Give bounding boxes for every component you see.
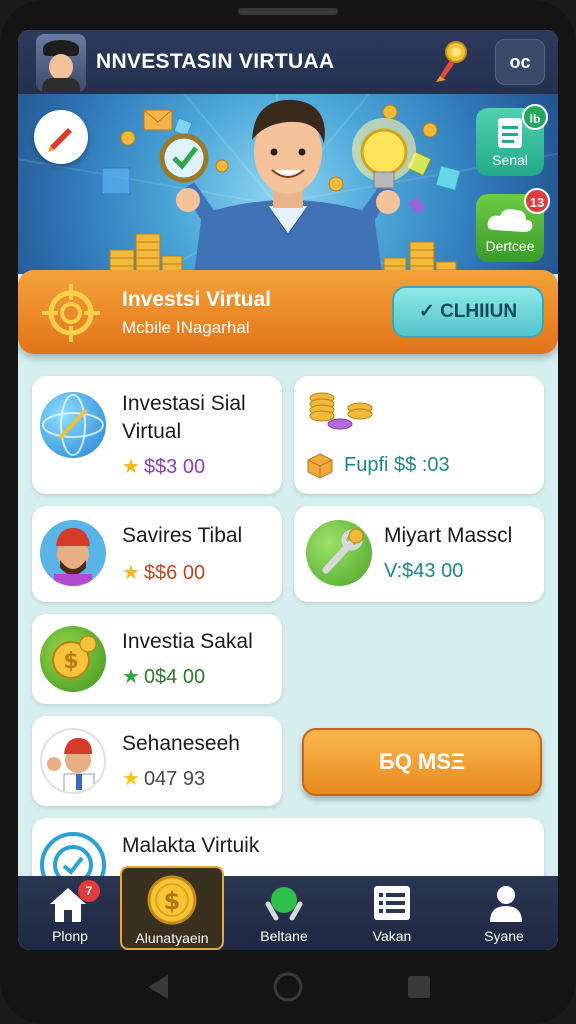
home-circle-icon[interactable]: [272, 971, 304, 1003]
pencil-icon: [48, 128, 72, 152]
avatar[interactable]: [36, 34, 86, 92]
senal-card[interactable]: Senal lb: [476, 104, 548, 176]
investment-card[interactable]: Savires Tibal ★ $$6 00: [32, 506, 282, 602]
investment-card[interactable]: Fupfi $$ :03: [294, 376, 544, 494]
phone-frame: NNVESTASIN VIRTUAA oc Senal lb Dertcee 1…: [0, 0, 576, 1024]
nav-item-alunatyaein[interactable]: $ Alunatyaein: [120, 866, 224, 950]
card-title: Malakta Virtuik: [122, 834, 260, 857]
rocket-medal-icon[interactable]: [434, 40, 470, 84]
dollar-coin-icon: $: [147, 875, 197, 925]
card-price: ★ $$3 00: [122, 456, 206, 478]
menu-button[interactable]: oc: [495, 39, 545, 85]
star-icon: ★: [122, 666, 140, 688]
card-title: Sehaneseeh: [122, 732, 240, 755]
dertcee-badge: 13: [524, 188, 550, 214]
nav-item-syane[interactable]: Syane: [452, 876, 556, 950]
list-icon: [374, 886, 410, 920]
avatar-body: [42, 78, 80, 92]
card-price: Fupfi $$ :03: [344, 454, 450, 476]
card-title: Investasi Sial Virtual: [122, 392, 246, 443]
choose-button[interactable]: ✓ CLHIIUN: [392, 286, 544, 338]
star-icon: ★: [122, 768, 140, 790]
investment-card[interactable]: Miyart Masscl V:$43 00: [294, 506, 544, 602]
card-title: Investia Sakal: [122, 630, 253, 653]
nav-label: Vakan: [372, 928, 412, 944]
star-icon: ★: [122, 456, 140, 478]
home-badge: 7: [78, 880, 100, 902]
buy-button[interactable]: БQ MSΞ: [302, 728, 542, 796]
face: [49, 54, 73, 80]
waving-man-icon: [40, 728, 106, 794]
card-price: ★ 0$4 00: [122, 666, 206, 688]
hero-illustration: Senal lb Dertcee 13: [18, 94, 558, 274]
card-title: Miyart Masscl: [384, 524, 513, 547]
globe-icon: [40, 392, 106, 458]
target-icon: [42, 284, 100, 342]
wrench-icon: [306, 520, 372, 586]
investment-card[interactable]: $ Investia Sakal ★ 0$4 00: [32, 614, 282, 704]
dollar-coin-icon: $: [40, 626, 106, 692]
star-icon: ★: [122, 562, 140, 584]
investment-card[interactable]: Sehaneseeh ★ 047 93: [32, 716, 282, 806]
nav-label: Syane: [484, 928, 524, 944]
svg-text:$: $: [63, 649, 78, 674]
speaker-slot: [238, 8, 338, 15]
banner-subtitle: Mcbile INagarhal: [122, 318, 250, 337]
recents-icon[interactable]: [406, 974, 432, 1000]
man-avatar-icon: [40, 520, 106, 586]
nav-label: Alunatyaein: [135, 930, 209, 946]
dertcee-card[interactable]: Dertcee 13: [476, 188, 550, 262]
app-title: NNVESTASIN VIRTUAA: [96, 50, 335, 73]
edit-button[interactable]: [34, 110, 88, 164]
app-screen: NNVESTASIN VIRTUAA oc Senal lb Dertcee 1…: [18, 30, 558, 950]
investment-banner[interactable]: Investsi Virtual Mcbile INagarhal ✓ CLHI…: [18, 270, 558, 354]
box-icon: [307, 453, 333, 479]
card-price: ★ $$6 00: [122, 562, 206, 584]
senal-label: Senal: [492, 152, 528, 168]
nav-item-home[interactable]: 7 Plonp: [18, 876, 122, 950]
card-price: ★ 047 93: [122, 768, 206, 790]
investment-card[interactable]: Investasi Sial Virtual ★ $$3 00: [32, 376, 282, 494]
banner-title: Investsi Virtual: [122, 288, 272, 311]
system-nav-bar: [0, 950, 576, 1024]
dertcee-label: Dertcee: [485, 238, 535, 254]
back-icon[interactable]: [144, 972, 174, 1002]
nav-item-beltane[interactable]: Beltane: [232, 876, 336, 950]
coins-icon: [309, 392, 373, 430]
senal-badge: lb: [522, 104, 548, 130]
card-price: V:$43 00: [384, 560, 464, 582]
bottom-nav: 7 Plonp $ Alunatyaein Beltane Vakan Syan…: [18, 866, 558, 950]
nav-label: Beltane: [260, 928, 308, 944]
svg-text:$: $: [164, 887, 181, 915]
growth-icon: [265, 887, 303, 921]
app-bar: NNVESTASIN VIRTUAA oc: [18, 30, 558, 94]
user-icon: [490, 886, 522, 922]
nav-label: Plonp: [52, 928, 88, 944]
card-title: Savires Tibal: [122, 524, 243, 547]
nav-item-vakan[interactable]: Vakan: [340, 876, 444, 950]
